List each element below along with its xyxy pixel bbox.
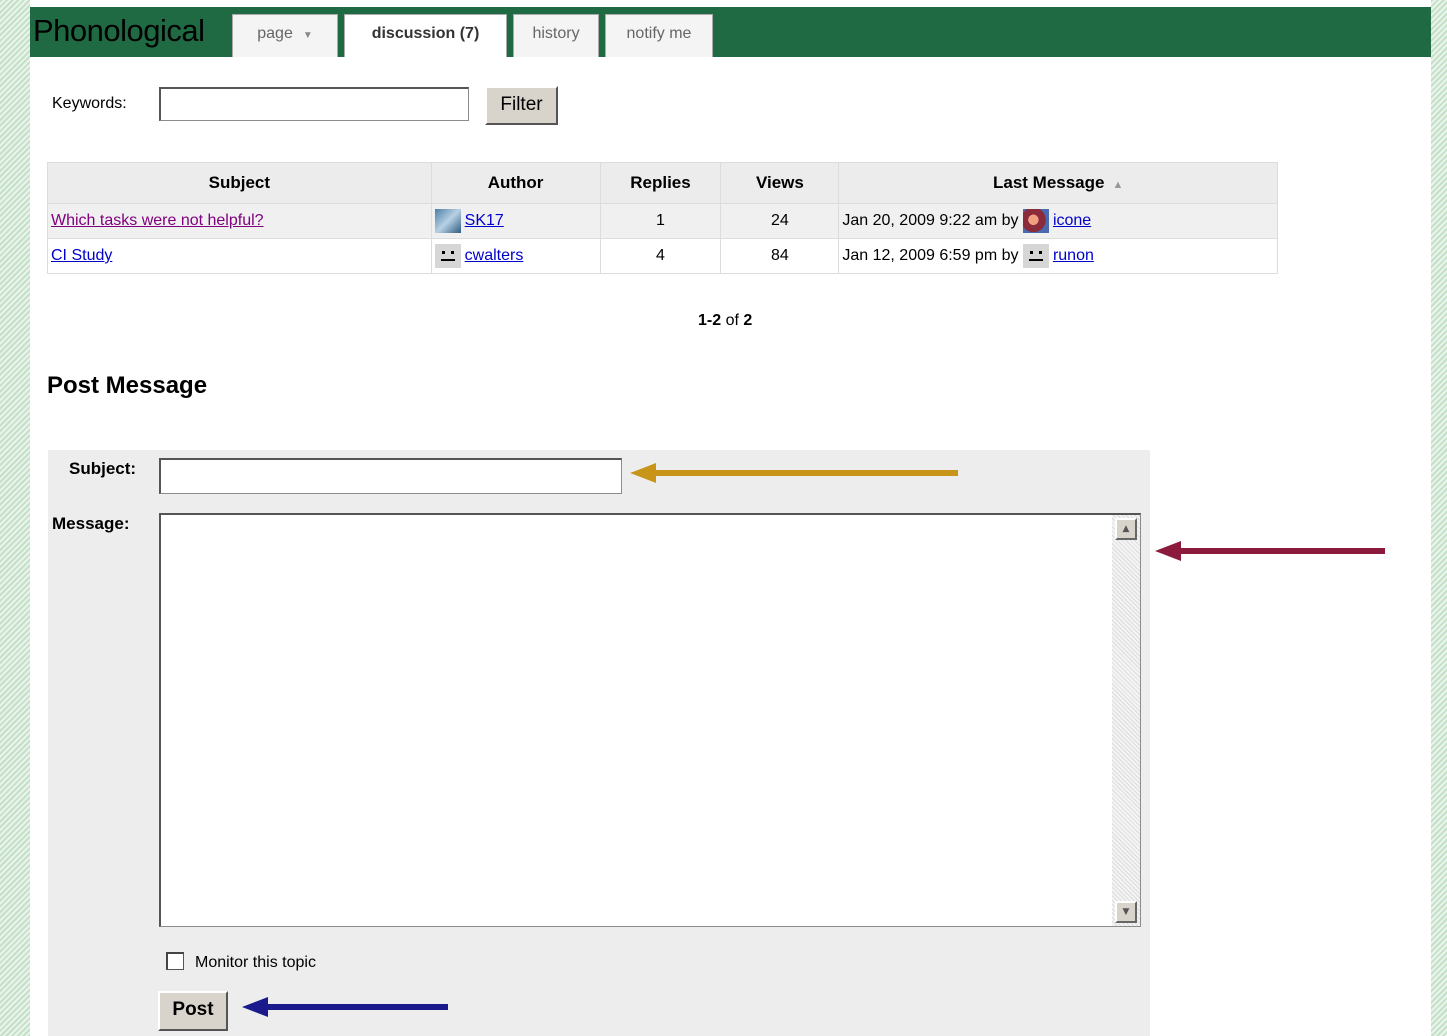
page-container: Phonological page ▼ discussion (7) histo…: [30, 7, 1431, 1036]
topic-link[interactable]: Which tasks were not helpful?: [51, 212, 264, 229]
topic-link[interactable]: CI Study: [51, 247, 112, 264]
column-header-replies[interactable]: Replies: [599, 162, 722, 204]
replies-cell: 4: [599, 238, 722, 274]
right-border-pattern: [1431, 0, 1447, 1036]
last-author-link[interactable]: icone: [1053, 212, 1091, 229]
subject-cell: Which tasks were not helpful?: [47, 203, 432, 239]
last-message-cell: Jan 20, 2009 9:22 am by icone: [838, 203, 1278, 239]
column-header-subject[interactable]: Subject: [47, 162, 432, 204]
message-label: Message:: [52, 514, 130, 533]
pager-total: 2: [743, 312, 753, 329]
avatar: [1022, 244, 1049, 268]
views-cell: 84: [720, 238, 840, 274]
header-bar: Phonological page ▼ discussion (7) histo…: [30, 7, 1431, 57]
column-header-author[interactable]: Author: [430, 162, 601, 204]
pager-of: of: [725, 312, 739, 329]
annotation-arrow-subject-icon: [630, 463, 958, 483]
scroll-up-icon[interactable]: ▲: [1115, 518, 1137, 540]
chevron-down-icon: ▼: [302, 30, 313, 41]
replies-cell: 1: [599, 203, 722, 239]
last-message-date: Jan 12, 2009 6:59 pm by: [842, 247, 1019, 265]
author-link[interactable]: SK17: [465, 212, 504, 229]
message-scrollbar[interactable]: ▲ ▼: [1112, 515, 1140, 926]
table-row: Which tasks were not helpful? SK17 1 24 …: [47, 203, 1278, 239]
tab-notify-me-label: notify me: [626, 25, 692, 42]
filter-button[interactable]: Filter: [485, 86, 558, 125]
subject-label: Subject:: [69, 459, 137, 478]
post-message-heading: Post Message: [47, 372, 208, 399]
last-author-link[interactable]: runon: [1053, 247, 1094, 264]
pager-range: 1-2: [698, 312, 722, 329]
tab-history-label: history: [532, 25, 580, 42]
annotation-arrow-post-icon: [242, 997, 448, 1017]
tab-notify-me[interactable]: notify me: [605, 14, 713, 57]
annotation-arrow-message-icon: [1155, 541, 1385, 561]
views-cell: 24: [720, 203, 840, 239]
avatar: [434, 209, 461, 233]
keywords-input[interactable]: [159, 87, 469, 121]
column-header-last-message[interactable]: Last Message ▲: [838, 162, 1278, 204]
avatar: [1022, 209, 1049, 233]
left-border-pattern: [0, 0, 30, 1036]
tab-history[interactable]: history: [513, 14, 599, 57]
column-header-last-message-label: Last Message: [992, 173, 1105, 192]
topics-table: Subject Author Replies Views Last Messag…: [47, 162, 1278, 274]
pagination-summary: 1-2 of 2: [698, 312, 752, 330]
last-message-date: Jan 20, 2009 9:22 am by: [842, 212, 1019, 230]
table-row: CI Study cwalters 4 84 Jan 12, 2009 6:59…: [47, 238, 1278, 274]
author-cell: SK17: [430, 203, 601, 239]
scroll-down-icon[interactable]: ▼: [1115, 901, 1137, 923]
sort-ascending-icon: ▲: [1112, 179, 1124, 191]
post-button[interactable]: Post: [158, 991, 228, 1031]
table-header-row: Subject Author Replies Views Last Messag…: [47, 162, 1278, 204]
tab-page-label: page: [257, 25, 293, 42]
tab-discussion[interactable]: discussion (7): [344, 14, 507, 57]
tab-discussion-label: discussion (7): [371, 25, 480, 42]
message-textarea[interactable]: ▲ ▼: [159, 513, 1141, 927]
author-cell: cwalters: [430, 238, 601, 274]
column-header-views[interactable]: Views: [720, 162, 840, 204]
tab-page[interactable]: page ▼: [232, 14, 338, 57]
subject-input[interactable]: [159, 458, 622, 494]
page-title: Phonological: [33, 13, 205, 48]
monitor-topic-label: Monitor this topic: [195, 954, 316, 971]
subject-cell: CI Study: [47, 238, 432, 274]
keywords-label: Keywords:: [52, 95, 127, 112]
monitor-topic-checkbox[interactable]: [166, 952, 184, 970]
last-message-cell: Jan 12, 2009 6:59 pm by runon: [838, 238, 1278, 274]
author-link[interactable]: cwalters: [465, 247, 524, 264]
avatar: [434, 244, 461, 268]
